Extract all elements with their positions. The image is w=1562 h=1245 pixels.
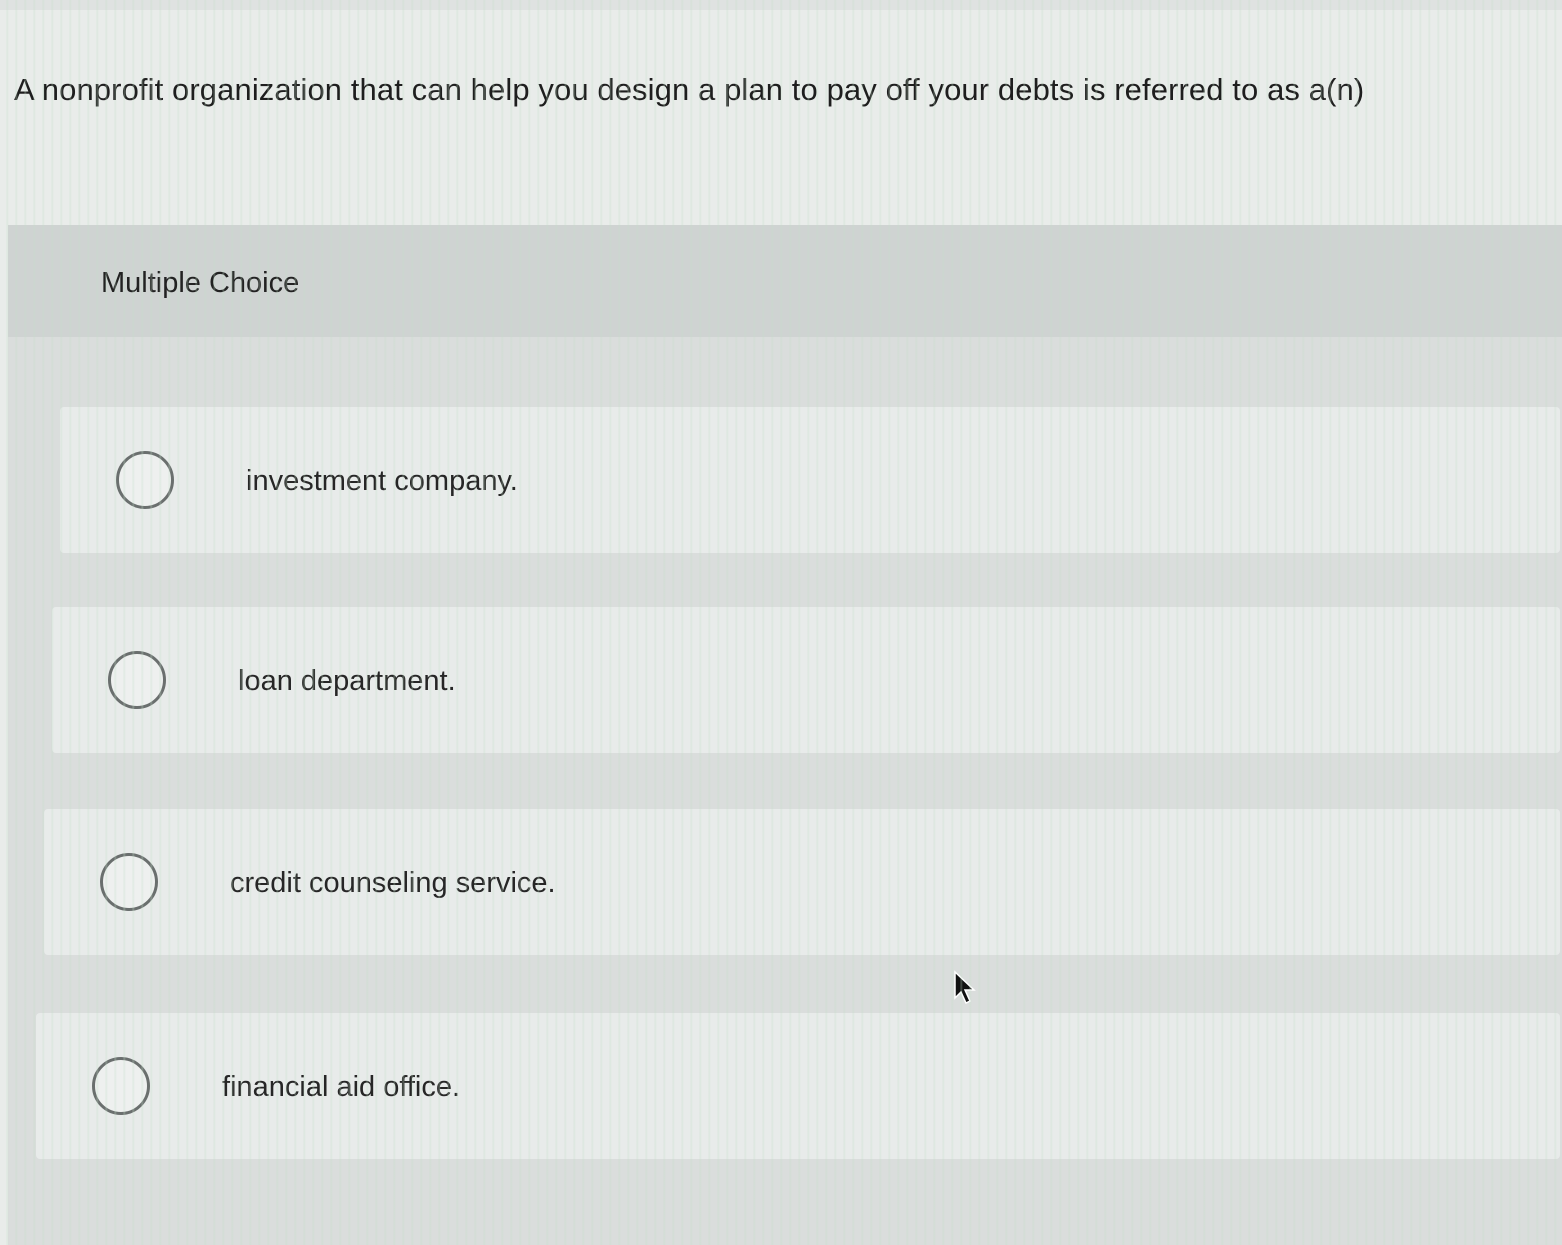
radio-button-icon[interactable] xyxy=(92,1057,150,1115)
radio-button-icon[interactable] xyxy=(100,853,158,911)
choice-option-3[interactable]: credit counseling service. xyxy=(44,809,1560,955)
multiple-choice-panel: Multiple Choice investment company. loan… xyxy=(8,225,1562,1245)
choice-label: loan department. xyxy=(238,665,456,697)
choice-label: financial aid office. xyxy=(222,1071,461,1103)
top-divider xyxy=(0,0,1562,10)
choice-option-2[interactable]: loan department. xyxy=(52,607,1560,753)
choice-option-1[interactable]: investment company. xyxy=(60,407,1560,553)
radio-button-icon[interactable] xyxy=(116,451,174,509)
multiple-choice-title: Multiple Choice xyxy=(101,267,300,299)
mouse-pointer-icon xyxy=(954,970,976,1005)
choice-label: investment company. xyxy=(246,465,518,497)
question-prompt: A nonprofit organization that can help y… xyxy=(14,72,1365,107)
multiple-choice-header: Multiple Choice xyxy=(8,225,1562,337)
radio-button-icon[interactable] xyxy=(108,651,166,709)
choice-option-4[interactable]: financial aid office. xyxy=(36,1013,1560,1159)
choice-label: credit counseling service. xyxy=(230,867,556,899)
